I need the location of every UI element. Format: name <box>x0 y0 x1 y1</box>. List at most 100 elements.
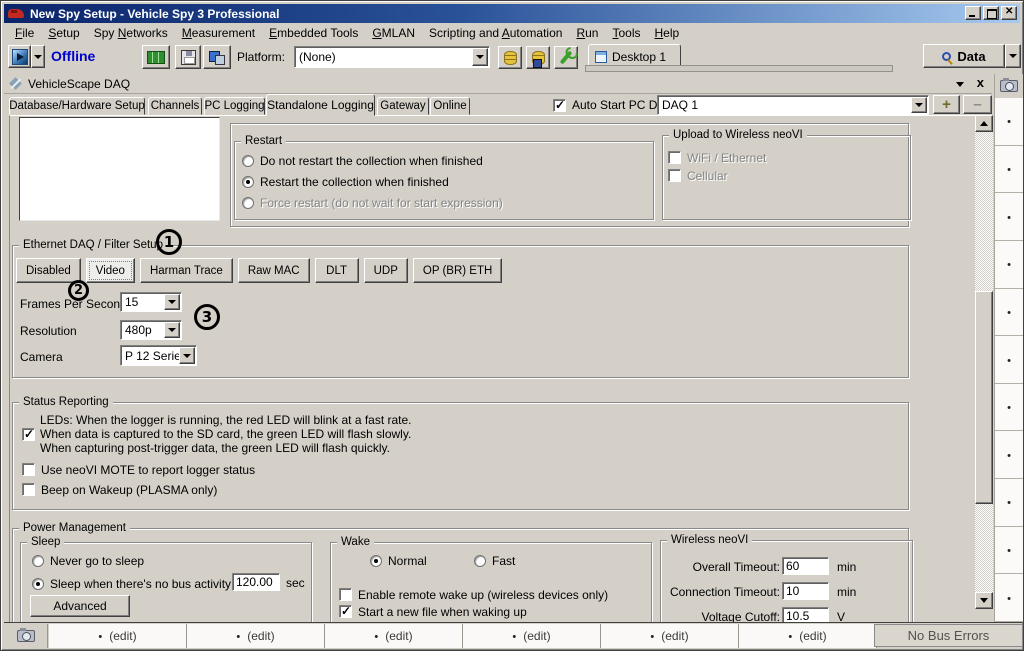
strip-cell[interactable] <box>995 479 1023 527</box>
edit-label[interactable]: (edit) <box>385 629 412 643</box>
database-save-button[interactable] <box>526 46 550 69</box>
filter-op-br-eth-button[interactable]: OP (BR) ETH <box>413 258 502 283</box>
close-button[interactable] <box>1001 6 1017 20</box>
strip-cell[interactable] <box>995 527 1023 575</box>
scroll-up-button[interactable] <box>975 115 993 132</box>
daq-select[interactable]: DAQ 1 <box>657 95 929 115</box>
scrollbar-track[interactable] <box>975 132 993 291</box>
edit-cell[interactable]: (edit) <box>325 624 463 648</box>
menu-gmlan[interactable]: GMLAN <box>365 25 422 41</box>
vertical-scrollbar[interactable] <box>975 115 993 609</box>
advanced-button[interactable]: Advanced <box>30 595 130 617</box>
tab-channels[interactable]: Channels <box>148 97 202 115</box>
tools-button[interactable] <box>554 46 578 69</box>
edit-cell[interactable]: (edit) <box>49 624 187 648</box>
edit-cell[interactable]: (edit) <box>463 624 601 648</box>
save-button[interactable] <box>175 45 201 69</box>
database-button[interactable] <box>498 46 522 69</box>
filter-harman-trace-button[interactable]: Harman Trace <box>140 258 233 283</box>
radio-wake-normal[interactable] <box>370 555 382 567</box>
menu-file[interactable]: File <box>8 25 41 41</box>
edit-label[interactable]: (edit) <box>799 629 826 643</box>
menu-help[interactable]: Help <box>648 25 687 41</box>
auto-start-checkbox[interactable] <box>553 99 566 112</box>
menu-embedded-tools[interactable]: Embedded Tools <box>262 25 365 41</box>
strip-cell[interactable] <box>995 431 1023 479</box>
data-dropdown-button[interactable] <box>1005 44 1021 68</box>
scrollbar-track[interactable] <box>975 504 993 592</box>
menu-tools[interactable]: Tools <box>605 25 647 41</box>
radio-no-restart[interactable] <box>242 155 254 167</box>
resolution-dropdown-arrow[interactable] <box>164 322 180 338</box>
edit-label[interactable]: (edit) <box>247 629 274 643</box>
edit-label[interactable]: (edit) <box>661 629 688 643</box>
platform-select[interactable]: (None) <box>294 46 490 68</box>
connection-timeout-input[interactable] <box>782 582 829 600</box>
camera-select[interactable]: P 12 Series <box>120 345 197 366</box>
app-window: New Spy Setup - Vehicle Spy 3 Profession… <box>0 0 1024 651</box>
menu-spy-networks[interactable]: Spy Networks <box>87 25 175 41</box>
radio-restart[interactable] <box>242 176 254 188</box>
filter-raw-mac-button[interactable]: Raw MAC <box>238 258 310 283</box>
run-dropdown-button[interactable] <box>31 45 45 68</box>
edit-label[interactable]: (edit) <box>109 629 136 643</box>
tab-pc-logging[interactable]: PC Logging <box>204 97 265 115</box>
menu-setup[interactable]: Setup <box>41 25 86 41</box>
new-file-wake-checkbox[interactable] <box>339 605 352 618</box>
platform-dropdown-arrow[interactable] <box>472 48 488 66</box>
scrollbar-thumb[interactable] <box>975 291 993 504</box>
strip-cell[interactable] <box>995 98 1023 146</box>
camera-icon[interactable] <box>1000 80 1018 92</box>
run-button[interactable] <box>8 45 31 68</box>
data-button[interactable]: Data <box>923 44 1005 68</box>
fps-select[interactable]: 15 <box>120 292 182 312</box>
mote-checkbox[interactable] <box>22 463 35 476</box>
strip-cell[interactable] <box>995 289 1023 337</box>
edit-cell[interactable]: (edit) <box>739 624 877 648</box>
scroll-down-button[interactable] <box>975 592 993 609</box>
strip-cell[interactable] <box>995 193 1023 241</box>
resolution-select[interactable]: 480p <box>120 320 182 340</box>
filter-disabled-button[interactable]: Disabled <box>16 258 81 283</box>
collection-listbox[interactable] <box>19 117 220 221</box>
tab-gateway[interactable]: Gateway <box>377 97 429 115</box>
fps-dropdown-arrow[interactable] <box>164 294 180 310</box>
filter-udp-button[interactable]: UDP <box>364 258 408 283</box>
filter-video-button[interactable]: Video <box>86 258 135 283</box>
setup-save-button[interactable] <box>203 45 231 69</box>
strip-cell[interactable] <box>995 574 1023 622</box>
radio-sleep-activity[interactable] <box>32 578 44 590</box>
edit-cell[interactable]: (edit) <box>601 624 739 648</box>
sleep-timeout-input[interactable] <box>232 573 280 591</box>
maximize-button[interactable] <box>983 6 999 20</box>
panel-menu-arrow-icon[interactable] <box>956 82 964 91</box>
strip-cell[interactable] <box>995 241 1023 289</box>
strip-cell[interactable] <box>995 384 1023 432</box>
add-daq-button[interactable]: + <box>933 95 960 114</box>
panel-close-icon[interactable]: x <box>977 75 984 90</box>
camera-dropdown-arrow[interactable] <box>179 347 195 364</box>
minimize-button[interactable] <box>965 6 981 20</box>
edit-cell[interactable]: (edit) <box>187 624 325 648</box>
radio-wake-fast[interactable] <box>474 555 486 567</box>
camera-icon[interactable] <box>17 630 35 642</box>
remove-daq-button[interactable]: – <box>963 95 992 114</box>
voltage-cutoff-input[interactable] <box>782 607 829 623</box>
led-status-checkbox[interactable] <box>22 428 35 441</box>
strip-cell[interactable] <box>995 336 1023 384</box>
strip-cell[interactable] <box>995 146 1023 194</box>
edit-label[interactable]: (edit) <box>523 629 550 643</box>
daq-dropdown-arrow[interactable] <box>911 97 927 113</box>
tab-database-hardware-setup[interactable]: Database/Hardware Setup <box>9 97 145 115</box>
filter-dlt-button[interactable]: DLT <box>315 258 359 283</box>
radio-never-sleep[interactable] <box>32 555 44 567</box>
messages-view-button[interactable] <box>142 45 170 69</box>
beep-checkbox[interactable] <box>22 483 35 496</box>
menu-scripting[interactable]: Scripting and Automation <box>422 25 569 41</box>
tab-standalone-logging[interactable]: Standalone Logging <box>266 94 375 116</box>
menu-measurement[interactable]: Measurement <box>175 25 262 41</box>
menu-run[interactable]: Run <box>569 25 605 41</box>
overall-timeout-input[interactable] <box>782 557 829 575</box>
tab-online[interactable]: Online <box>430 97 470 115</box>
remote-wakeup-checkbox[interactable] <box>339 588 352 601</box>
